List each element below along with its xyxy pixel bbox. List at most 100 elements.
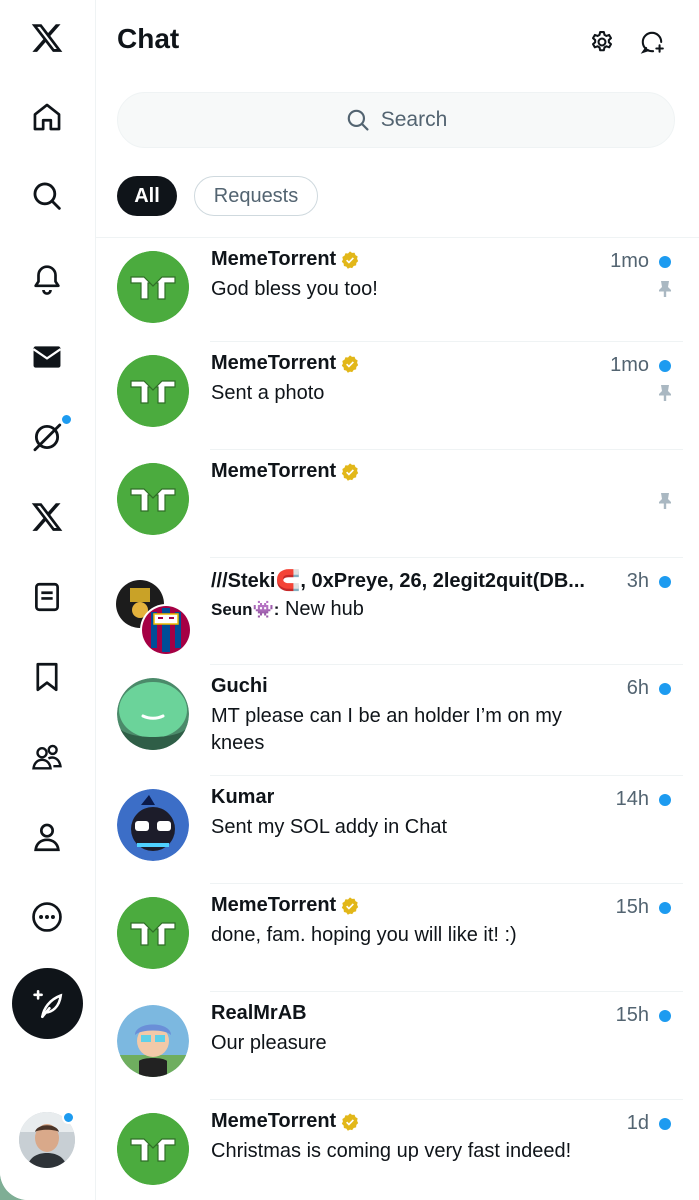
explore-icon[interactable] xyxy=(18,167,76,225)
verified-badge xyxy=(340,896,360,916)
conversation-name: MemeTorrent xyxy=(211,894,360,917)
conversation-row[interactable]: RealMrAB Our pleasure 15h xyxy=(96,992,699,1100)
conversation-time: 6h xyxy=(626,677,649,699)
conversation-name: ///Steki🧲, 0xPreye, 26, 2legit2quit(DB..… xyxy=(211,568,585,593)
unread-dot xyxy=(659,1118,671,1130)
conversation-name: MemeTorrent xyxy=(211,460,360,483)
message-preview-text: done, fam. hoping you will like it! :) xyxy=(211,924,517,946)
message-preview: Christmas is coming up very fast indeed! xyxy=(211,1138,596,1165)
chat-window: Chat Search All Requests MemeTorrent God … xyxy=(0,0,699,1200)
conversation-name: MemeTorrent xyxy=(211,1110,360,1133)
conversation-name: RealMrAB xyxy=(211,1002,307,1025)
search-placeholder: Search xyxy=(380,108,448,131)
message-preview: Seun👾: New hub xyxy=(211,596,596,623)
conversation-row[interactable]: MemeTorrent Christmas is coming up very f… xyxy=(96,1100,699,1200)
unread-dot xyxy=(659,794,671,806)
message-preview-text: Sent a photo xyxy=(211,382,325,404)
kumar-avatar xyxy=(117,789,189,861)
message-preview: done, fam. hoping you will like it! :) xyxy=(211,922,596,949)
message-preview: Our pleasure xyxy=(211,1030,596,1057)
lists-icon[interactable] xyxy=(18,568,76,626)
unread-dot xyxy=(659,902,671,914)
tab-requests[interactable]: Requests xyxy=(194,176,318,216)
message-preview-text: Sent my SOL addy in Chat xyxy=(211,816,448,838)
home-icon[interactable] xyxy=(18,88,76,146)
new-message-icon xyxy=(640,31,664,54)
search-icon xyxy=(347,109,369,131)
message-preview: Sent my SOL addy in Chat xyxy=(211,814,596,841)
conversation-list: MemeTorrent God bless you too! 1mo MemeTorr… xyxy=(96,238,699,1200)
conversation-name-text: MemeTorrent xyxy=(211,894,337,916)
verified-badge xyxy=(340,1112,360,1132)
more-icon[interactable] xyxy=(18,888,76,946)
message-preview-text: New hub xyxy=(284,598,364,620)
message-preview-text: God bless you too! xyxy=(211,278,378,300)
mt-logo-avatar xyxy=(117,897,189,969)
conversation-time: 15h xyxy=(615,896,649,918)
conversation-name-text: RealMrAB xyxy=(211,1002,307,1024)
conversation-name: MemeTorrent xyxy=(211,352,360,375)
sidebar-nav xyxy=(0,0,96,1200)
unread-dot xyxy=(659,360,671,372)
conversation-time: 15h xyxy=(615,1004,649,1026)
verified-badge-icon xyxy=(342,250,359,269)
mt-logo-avatar xyxy=(117,251,189,323)
verified-badge-icon xyxy=(342,896,359,915)
premium-x-icon[interactable] xyxy=(18,488,76,546)
unread-dot xyxy=(659,1010,671,1022)
profile-icon[interactable] xyxy=(18,808,76,866)
new-chat-button[interactable] xyxy=(634,24,670,60)
message-preview-text: Our pleasure xyxy=(211,1032,327,1054)
grok-notification-dot xyxy=(60,413,73,426)
conversation-time: 14h xyxy=(615,788,649,810)
guchi-avatar xyxy=(117,678,189,750)
unread-dot xyxy=(659,256,671,268)
conversation-time: 1mo xyxy=(610,250,649,272)
conversation-name: MemeTorrent xyxy=(211,248,360,271)
realmrab-avatar xyxy=(117,1005,189,1077)
conversation-row[interactable]: MemeTorrent Sent a photo 1mo xyxy=(96,342,699,450)
page-title: Chat xyxy=(117,23,180,54)
message-sender: Seun👾: xyxy=(211,600,280,619)
pin-icon xyxy=(659,493,671,509)
search-input[interactable]: Search xyxy=(117,92,675,148)
settings-button[interactable] xyxy=(584,24,620,60)
verified-badge-icon xyxy=(342,1112,359,1131)
conversation-row[interactable]: MemeTorrent xyxy=(96,450,699,558)
mt-logo-avatar xyxy=(117,1113,189,1185)
verified-badge-icon xyxy=(342,354,359,373)
message-preview: MT please can I be an holder I’m on my k… xyxy=(211,703,596,757)
gear-icon xyxy=(591,31,613,52)
message-preview-text: MT please can I be an holder I’m on my k… xyxy=(211,705,562,754)
bookmarks-icon[interactable] xyxy=(18,648,76,706)
notifications-icon[interactable] xyxy=(18,249,76,307)
conversation-row[interactable]: MemeTorrent God bless you too! 1mo xyxy=(96,238,699,342)
message-preview: God bless you too! xyxy=(211,276,596,303)
conversation-name-text: MemeTorrent xyxy=(211,352,337,374)
communities-icon[interactable] xyxy=(18,728,76,786)
conversation-name-text: MemeTorrent xyxy=(211,248,337,270)
message-preview-text: Christmas is coming up very fast indeed! xyxy=(211,1140,572,1162)
conversation-time: 1d xyxy=(626,1112,649,1134)
conversation-name-text: MemeTorrent xyxy=(211,1110,337,1132)
verified-badge xyxy=(340,462,360,482)
conversation-row[interactable]: ///Steki🧲, 0xPreye, 26, 2legit2quit(DB..… xyxy=(96,558,699,665)
mt-logo-avatar xyxy=(117,463,189,535)
verified-badge-icon xyxy=(342,462,359,481)
conversation-name-text: Kumar xyxy=(211,786,275,808)
x-logo-icon[interactable] xyxy=(18,9,76,67)
pin-icon xyxy=(659,281,671,297)
messages-icon[interactable] xyxy=(18,328,76,386)
conversation-row[interactable]: Guchi MT please can I be an holder I’m on… xyxy=(96,665,699,776)
grok-icon[interactable] xyxy=(18,408,76,466)
conversation-name-text: ///Steki🧲, 0xPreye, 26, 2legit2quit(DB..… xyxy=(211,570,585,592)
unread-dot xyxy=(659,683,671,695)
conversation-row[interactable]: Kumar Sent my SOL addy in Chat 14h xyxy=(96,776,699,884)
compose-post-button[interactable] xyxy=(12,968,83,1039)
group-avatar xyxy=(116,580,192,656)
conversation-time: 1mo xyxy=(610,354,649,376)
tab-all[interactable]: All xyxy=(117,176,177,216)
conversation-name: Kumar xyxy=(211,786,274,809)
conversation-row[interactable]: MemeTorrent done, fam. hoping you will li… xyxy=(96,884,699,992)
mt-logo-avatar xyxy=(117,355,189,427)
